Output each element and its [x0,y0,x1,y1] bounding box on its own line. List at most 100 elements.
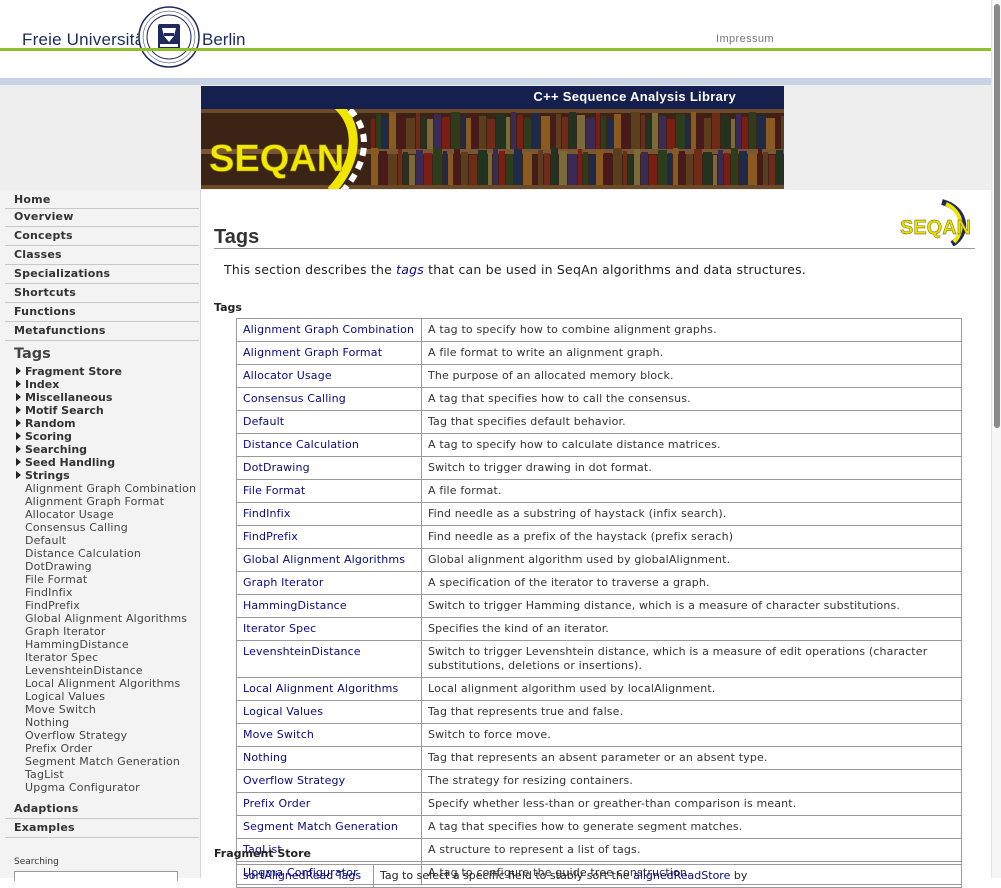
sidebar-tag-item[interactable]: Graph Iterator [25,625,106,638]
university-seal-icon[interactable] [138,6,200,68]
sidebar-tag-item[interactable]: DotDrawing [25,560,92,573]
tag-link[interactable]: Alignment Graph Combination [243,323,414,336]
nav-item-metafunctions[interactable]: Metafunctions [14,324,106,337]
nav-divider [5,245,199,246]
sidebar-tag-item[interactable]: Consensus Calling [25,521,128,534]
university-name-left[interactable]: Freie Universität [22,30,149,50]
sidebar-tag-item[interactable]: Overflow Strategy [25,729,127,742]
book-spine [487,119,495,149]
tag-group-scoring[interactable]: Scoring [16,430,72,443]
book-spine [686,117,690,149]
sidebar-tag-item[interactable]: TagList [25,768,64,781]
tag-link[interactable]: DotDrawing [243,461,310,474]
nav-item-shortcuts[interactable]: Shortcuts [14,286,76,299]
sidebar-tag-item[interactable]: Alignment Graph Combination [25,482,196,495]
book-spine [781,116,784,149]
tag-link[interactable]: Global Alignment Algorithms [243,553,405,566]
tag-link[interactable]: sortAlignedRead Tags [243,869,361,882]
vertical-scrollbar[interactable] [991,0,1001,878]
tags-link[interactable]: tags [396,262,424,277]
nav-divider [5,226,199,227]
book-spine [388,154,397,185]
tag-link[interactable]: Default [243,415,284,428]
sidebar-tag-item[interactable]: Nothing [25,716,69,729]
sidebar-tag-item[interactable]: Iterator Spec [25,651,98,664]
tag-link[interactable]: Graph Iterator [243,576,324,589]
book-spine [703,152,712,185]
book-spine [776,113,780,149]
nav-item-specializations[interactable]: Specializations [14,267,110,280]
sidebar-tag-item[interactable]: Local Alignment Algorithms [25,677,180,690]
sidebar-tag-item[interactable]: Alignment Graph Format [25,495,164,508]
tag-description: Switch to trigger drawing in dot format. [421,456,962,480]
nav-item-adaptions[interactable]: Adaptions [14,802,78,815]
book-spine [614,114,621,149]
tag-link[interactable]: HammingDistance [243,599,347,612]
tag-group-searching[interactable]: Searching [16,443,87,456]
sidebar-tag-item[interactable]: Global Alignment Algorithms [25,612,187,625]
nav-item-concepts[interactable]: Concepts [14,229,73,242]
table-row: Consensus Calling A tag that specifies ho… [236,387,962,411]
sidebar-tag-item[interactable]: Distance Calculation [25,547,141,560]
tag-link[interactable]: Logical Values [243,705,323,718]
table-row: DotDrawing Switch to trigger drawing in d… [236,456,962,480]
scrollbar-thumb[interactable] [994,4,1000,428]
sidebar-tag-item[interactable]: Allocator Usage [25,508,114,521]
tag-link[interactable]: Nothing [243,751,287,764]
tag-link[interactable]: Consensus Calling [243,392,346,405]
sidebar-tag-item[interactable]: File Format [25,573,87,586]
nav-item-examples[interactable]: Examples [14,821,75,834]
tag-link[interactable]: Overflow Strategy [243,774,345,787]
nav-item-overview[interactable]: Overview [14,210,74,223]
sidebar-tag-item[interactable]: Move Switch [25,703,96,716]
book-spine [397,115,405,149]
sidebar-tag-item[interactable]: Logical Values [25,690,105,703]
book-spine [686,154,693,185]
book-spine [409,155,415,185]
tag-link[interactable]: Prefix Order [243,797,310,810]
book-spine [559,151,567,185]
tag-link[interactable]: Allocator Usage [243,369,332,382]
tag-group-seed-handling[interactable]: Seed Handling [16,456,115,469]
tag-group-fragment-store[interactable]: Fragment Store [16,365,122,378]
tag-link[interactable]: FindPrefix [243,530,298,543]
book-spine [646,118,651,149]
book-spine [749,112,756,149]
sidebar-tag-item[interactable]: Segment Match Generation [25,755,180,768]
book-spine [461,152,468,185]
tag-link[interactable]: LevenshteinDistance [243,645,361,658]
tag-group-random[interactable]: Random [16,417,76,430]
sidebar-tag-item[interactable]: Upgma Configurator [25,781,140,794]
tag-description: Local alignment algorithm used by localA… [421,677,962,701]
nav-item-tags[interactable]: Tags [14,346,51,362]
tag-link[interactable]: Move Switch [243,728,314,741]
book-spine [649,155,657,185]
nav-item-classes[interactable]: Classes [14,248,62,261]
tag-group-strings[interactable]: Strings [16,469,70,482]
sidebar-tag-item[interactable]: LevenshteinDistance [25,664,143,677]
impressum-link[interactable]: Impressum [716,33,774,45]
sidebar-tag-item[interactable]: HammingDistance [25,638,129,651]
sidebar-tag-item[interactable]: FindPrefix [25,599,80,612]
title-divider [214,248,975,249]
tag-link[interactable]: File Format [243,484,305,497]
nav-item-functions[interactable]: Functions [14,305,76,318]
sidebar-tag-item[interactable]: Prefix Order [25,742,92,755]
tag-group-motif-search[interactable]: Motif Search [16,404,104,417]
tag-link[interactable]: Alignment Graph Format [243,346,382,359]
sidebar-tag-item[interactable]: FindInfix [25,586,73,599]
tag-link[interactable]: Segment Match Generation [243,820,398,833]
sidebar-tag-item[interactable]: Default [25,534,66,547]
search-input[interactable] [14,871,178,881]
book-spine [433,148,442,185]
tag-link[interactable]: FindInfix [243,507,291,520]
tag-group-miscellaneous[interactable]: Miscellaneous [16,391,112,404]
table-row: Alignment Graph Combination A tag to spec… [236,318,962,342]
nav-item-home[interactable]: Home [14,193,51,206]
tag-link[interactable]: Distance Calculation [243,438,359,451]
tag-link[interactable]: Iterator Spec [243,622,316,635]
university-name-right[interactable]: Berlin [202,30,245,50]
tag-link[interactable]: Local Alignment Algorithms [243,682,398,695]
aligned-read-store-link[interactable]: alignedReadStore [633,869,730,882]
tag-group-index[interactable]: Index [16,378,59,391]
